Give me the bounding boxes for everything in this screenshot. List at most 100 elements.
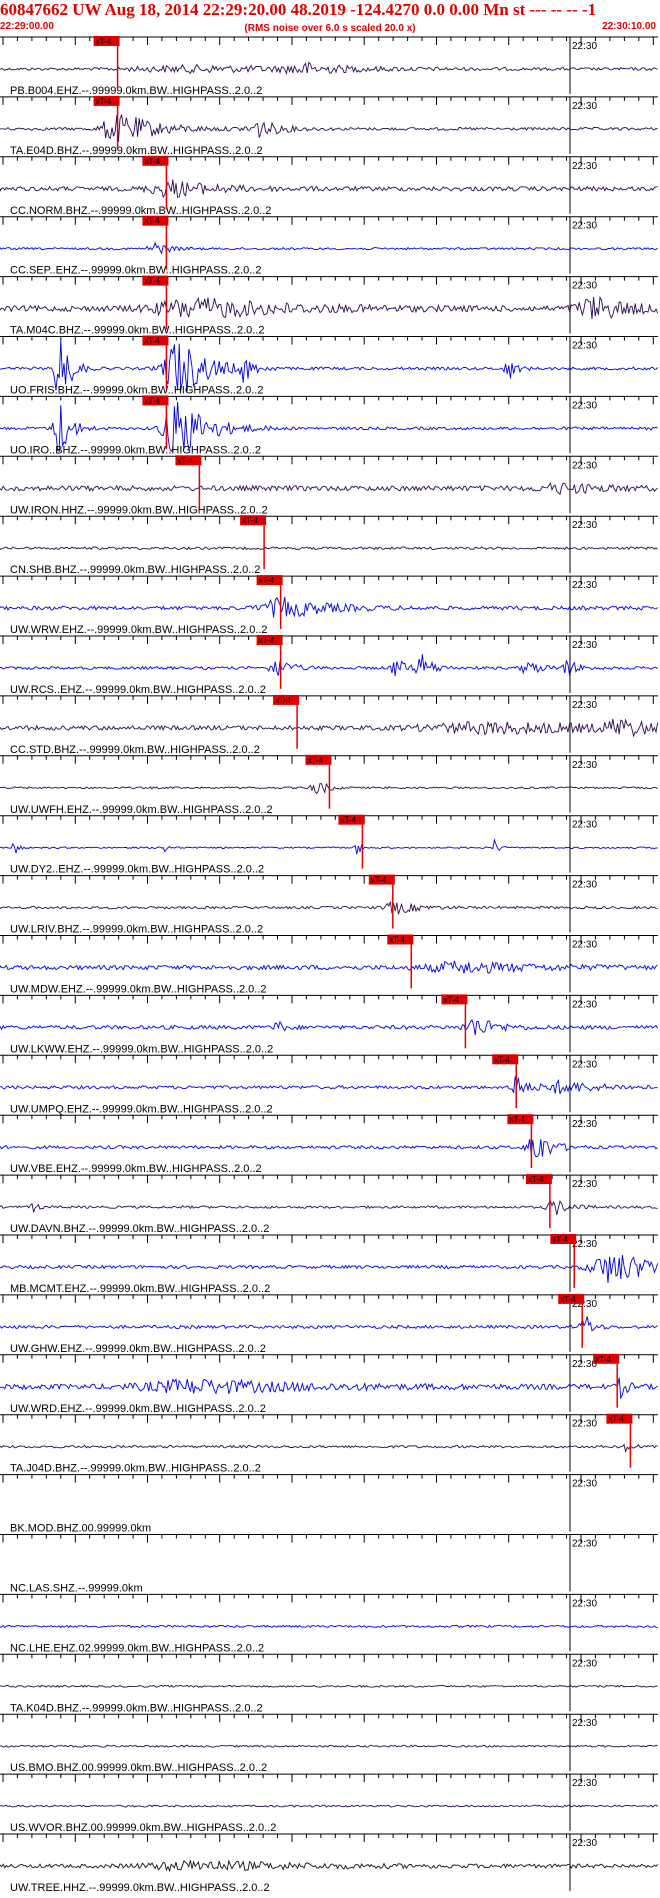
time-mark-label: 22:30 [572,520,597,531]
time-mark-label: 22:30 [572,341,597,352]
time-mark-label: 22:30 [572,580,597,591]
waveform-trace [0,295,659,320]
plot-header: 60847662 UW Aug 18, 2014 22:29:20.00 48.… [0,0,660,40]
waveform-trace [0,1200,658,1215]
channel-label: UW.WRD.EHZ.--.99999.0km.BW..HIGHPASS..2.… [10,1403,266,1415]
end-time-label: 22:30:10.00 [602,21,656,32]
time-mark-label: 22:30 [572,1419,597,1430]
channel-label: UO.IRO..BHZ.--.99999.0km.BW..HIGHPASS..2… [10,444,261,456]
waveform-trace [0,1744,658,1748]
axis-ticks [2,576,654,585]
waveform-trace [0,1859,658,1873]
time-mark-label: 22:30 [572,101,597,112]
channel-label: UW.IRON.HHZ.--.99999.0km.BW..HIGHPASS..2… [10,504,268,516]
waveform-trace [0,61,658,75]
pick-label: xT-4 [144,157,160,166]
time-mark-label: 22:30 [572,1778,597,1789]
axis-ticks [2,875,654,884]
channel-label: UW.TREE.HHZ.--.99999.0km.BW..HIGHPASS..2… [10,1882,270,1894]
pick-label: xT-4 [494,1055,510,1064]
axis-ticks [2,1534,654,1543]
channel-label: UW.LKWW.EHZ.--.99999.0km.BW..HIGHPASS..2… [10,1043,273,1055]
pick-label: xT-4 [144,217,160,226]
waveform-trace [0,596,658,618]
waveform-trace [0,1624,658,1629]
channel-label: UW.WRW.EHZ.--.99999.0km.BW..HIGHPASS..2.… [10,624,268,636]
waveform-trace [0,654,658,677]
time-mark-label: 22:30 [572,1718,597,1729]
waveform-trace [0,1684,658,1688]
time-mark-label: 22:30 [572,1598,597,1609]
pick-label: xT-4 [560,1295,576,1304]
axis-ticks [2,1175,654,1184]
channel-label: UW.GHW.EHZ.--.99999.0km.BW..HIGHPASS..2.… [10,1343,266,1355]
time-mark-label: 22:30 [572,41,597,52]
waveform-trace [0,1443,658,1454]
time-mark-label: 22:30 [572,281,597,292]
channel-label: CC.NORM.BHZ.--.99999.0km.BW..HIGHPASS..2… [10,205,271,217]
pick-label: xT-4 [371,876,387,885]
waveform-trace [0,179,658,199]
pick-label: xT-4 [96,97,112,106]
waveform-trace [0,546,658,551]
channel-label: UW.VBE.EHZ.--.99999.0km.BW..HIGHPASS..2.… [10,1163,262,1175]
channel-label: NC.LAS.SHZ.--.99999.0km [10,1583,143,1595]
pick-label: xT-4 [144,396,160,405]
waveform-trace [0,901,658,915]
axis-ticks [2,695,654,704]
waveform-trace [0,960,658,974]
channel-label: US.WVOR.BHZ.00.99999.0km.BW..HIGHPASS..2… [10,1822,276,1834]
channel-label: UW.UWFH.EHZ.--.99999.0km.BW..HIGHPASS..2… [10,804,273,816]
channel-label: TA.J04D.BHZ.--.99999.0km.BW..HIGHPASS..2… [10,1463,261,1475]
channel-label: NC.LHE.EHZ.02.99999.0km.BW..HIGHPASS..2.… [10,1642,264,1654]
time-mark-label: 22:30 [572,221,597,232]
pick-label: xT-4 [443,995,459,1004]
pick-label: xT-4 [509,1115,525,1124]
pick-label: xT-4 [389,936,405,945]
time-mark-label: 22:30 [572,1479,597,1490]
pick-label: xT-4 [307,756,323,765]
axis-ticks [2,1414,654,1423]
time-mark-label: 22:30 [572,640,597,651]
pick-label: xT-4 [96,37,112,46]
waveform-trace [0,838,658,855]
time-mark-label: 22:30 [572,1179,597,1190]
pick-label: xT-4 [144,277,160,286]
axis-ticks [2,995,654,1004]
time-mark-label: 22:30 [572,940,597,951]
axis-ticks [2,516,654,525]
waveform-trace [0,114,658,142]
pick-label: xT-4 [528,1175,544,1184]
channel-label: UW.LRIV.BHZ.--.99999.0km.BW..HIGHPASS..2… [10,924,263,936]
axis-ticks [2,336,654,345]
axis-ticks [2,636,654,644]
axis-ticks [2,456,654,465]
axis-ticks [2,156,654,165]
time-mark-label: 22:30 [572,999,597,1010]
waveform-trace [0,1139,658,1158]
channel-label: CC.SEP..EHZ.--.99999.0km.BW..HIGHPASS..2… [10,265,261,277]
axis-ticks [2,815,654,824]
waveform-trace [0,718,659,738]
pick-label: xT-4 [144,337,160,346]
waveform-trace [0,1076,658,1095]
channel-label: BK.MOD.BHZ.00.99999.0km [10,1523,151,1535]
scale-note: (RMS noise over 6.0 s scaled 20.0 x) [244,23,416,34]
time-mark-label: 22:30 [572,1119,597,1130]
waveform-trace [0,241,658,255]
pick-label: xT-4 [608,1415,624,1424]
pick-label: xT-4 [340,816,356,825]
pick-label: xT-4 [552,1235,568,1244]
pick-label: xT-4 [259,636,275,645]
channel-label: UW.MDW.EHZ.--.99999.0km.BW..HIGHPASS..2.… [10,984,267,996]
channel-label: MB.MCMT.EHZ.--.99999.0km.BW..HIGHPASS..2… [10,1283,270,1295]
time-mark-label: 22:30 [572,1059,597,1070]
time-mark-label: 22:30 [572,880,597,891]
channel-label: CN.SHB.BHZ.--.99999.0km.BW..HIGHPASS..2.… [10,564,260,576]
channel-label: CC.STD.BHZ.--.99999.0km.BW..HIGHPASS..2.… [10,744,260,756]
waveform-trace [0,1804,658,1808]
channel-label: UW.DAVN.BHZ.--.99999.0km.BW..HIGHPASS..2… [10,1223,269,1235]
channel-label: UW.RCS..EHZ.--.99999.0km.BW..HIGHPASS..2… [10,684,266,696]
time-mark-label: 22:30 [572,460,597,471]
time-mark-label: 22:30 [572,760,597,771]
